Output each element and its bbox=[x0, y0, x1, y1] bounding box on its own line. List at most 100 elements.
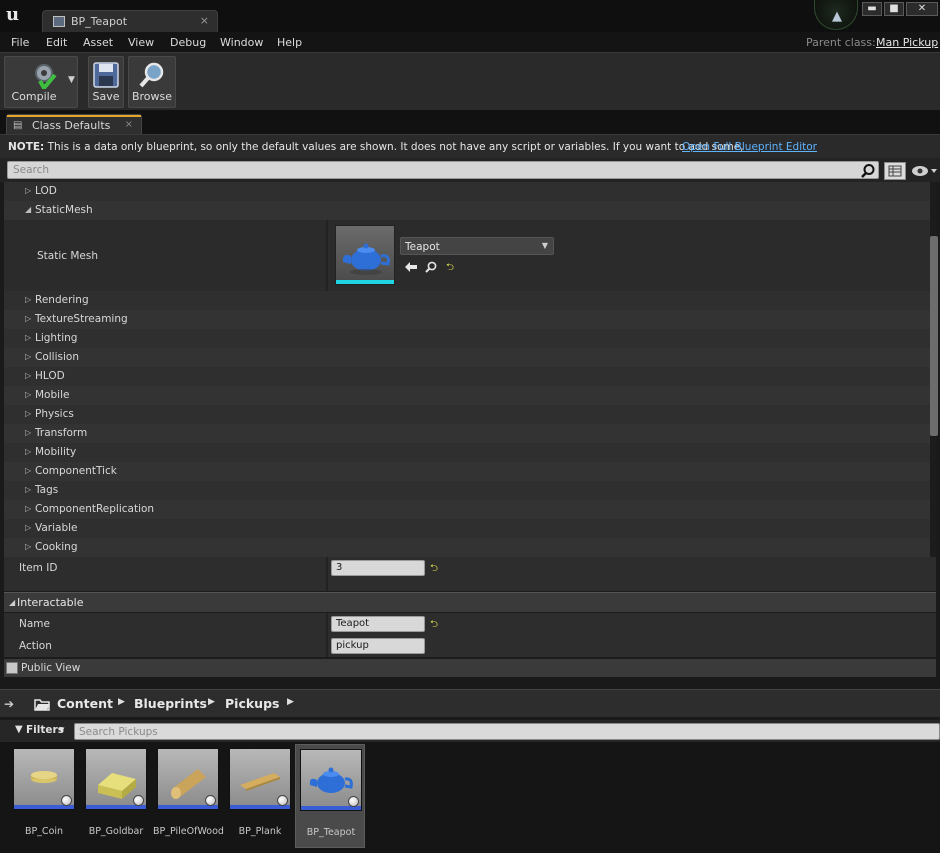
category-componenttick[interactable]: ▷ ComponentTick bbox=[4, 462, 930, 481]
name-input[interactable]: Teapot bbox=[331, 616, 425, 632]
compile-button[interactable]: ▼ Compile bbox=[4, 56, 78, 108]
search-icon[interactable] bbox=[860, 163, 876, 179]
public-view-label: Public View bbox=[21, 662, 81, 674]
tab-close-icon[interactable]: × bbox=[200, 14, 209, 27]
history-arrow-icon[interactable]: ➔ bbox=[4, 697, 14, 711]
category-label: TextureStreaming bbox=[35, 313, 128, 325]
collapse-arrow-icon[interactable]: ◢ bbox=[9, 598, 15, 607]
column-divider[interactable] bbox=[326, 557, 328, 591]
asset-thumbnail bbox=[13, 748, 75, 810]
asset-tile-bp-pileofwood[interactable]: BP_PileOfWood bbox=[153, 744, 224, 848]
expand-arrow-icon[interactable]: ▷ bbox=[25, 295, 33, 305]
category-componentreplication[interactable]: ▷ ComponentReplication bbox=[4, 500, 930, 519]
asset-tile-bp-teapot[interactable]: BP_Teapot bbox=[295, 744, 365, 848]
reset-to-default-icon[interactable]: ⮌ bbox=[430, 561, 438, 578]
category-physics[interactable]: ▷ Physics bbox=[4, 405, 930, 424]
category-transform[interactable]: ▷ Transform bbox=[4, 424, 930, 443]
category-collision[interactable]: ▷ Collision bbox=[4, 348, 930, 367]
category-hlod[interactable]: ▷ HLOD bbox=[4, 367, 930, 386]
category-staticmesh[interactable]: ◢ StaticMesh bbox=[4, 201, 930, 220]
expand-arrow-icon[interactable]: ▷ bbox=[25, 409, 33, 419]
open-full-blueprint-editor-link[interactable]: Open Full Blueprint Editor bbox=[682, 141, 817, 153]
asset-tile-bp-plank[interactable]: BP_Plank bbox=[225, 744, 295, 848]
static-mesh-asset-picker[interactable]: Teapot ▼ bbox=[400, 237, 554, 255]
note-text: NOTE: This is a data only blueprint, so … bbox=[8, 141, 744, 153]
menu-file[interactable]: File bbox=[11, 36, 29, 49]
use-selected-arrow-icon[interactable] bbox=[404, 260, 418, 274]
details-search-input[interactable] bbox=[8, 162, 878, 178]
filters-button[interactable]: ▼ Filters ▼ bbox=[12, 723, 70, 739]
reset-to-default-icon[interactable]: ⮌ bbox=[446, 260, 460, 274]
category-lighting[interactable]: ▷ Lighting bbox=[4, 329, 930, 348]
category-interactable-label: Interactable bbox=[17, 596, 84, 609]
view-options-button[interactable] bbox=[910, 162, 938, 180]
window-maximize-button[interactable]: ■ bbox=[884, 2, 904, 16]
expand-arrow-icon[interactable]: ▷ bbox=[25, 523, 33, 533]
tab-close-icon[interactable]: × bbox=[125, 119, 133, 130]
breadcrumb-pickups[interactable]: Pickups bbox=[225, 696, 279, 711]
window-minimize-button[interactable]: ▬ bbox=[862, 2, 882, 16]
compile-options-dropdown-icon[interactable]: ▼ bbox=[68, 75, 75, 85]
breadcrumb-blueprints[interactable]: Blueprints bbox=[134, 696, 207, 711]
asset-tile-bp-coin[interactable]: BP_Coin bbox=[9, 744, 79, 848]
parent-class-link[interactable]: Man Pickup bbox=[876, 36, 938, 49]
browse-button[interactable]: Browse bbox=[128, 56, 176, 108]
category-cooking[interactable]: ▷ Cooking bbox=[4, 538, 930, 557]
category-label: Cooking bbox=[35, 541, 78, 553]
asset-tile-bp-goldbar[interactable]: BP_Goldbar bbox=[81, 744, 151, 848]
public-view-checkbox[interactable] bbox=[6, 662, 18, 674]
category-mobile[interactable]: ▷ Mobile bbox=[4, 386, 930, 405]
expand-arrow-icon[interactable]: ▷ bbox=[25, 186, 33, 196]
static-mesh-thumbnail[interactable] bbox=[335, 225, 395, 285]
content-search-input[interactable] bbox=[75, 724, 939, 739]
tab-class-defaults[interactable]: ▤ Class Defaults × bbox=[6, 114, 142, 134]
category-tags[interactable]: ▷ Tags bbox=[4, 481, 930, 500]
action-input[interactable]: pickup bbox=[331, 638, 425, 654]
breadcrumb-separator-icon[interactable]: ▶ bbox=[208, 697, 215, 707]
menu-help[interactable]: Help bbox=[277, 36, 302, 49]
category-texturestreaming[interactable]: ▷ TextureStreaming bbox=[4, 310, 930, 329]
category-lod[interactable]: ▷ LOD bbox=[4, 182, 930, 201]
menu-window[interactable]: Window bbox=[220, 36, 263, 49]
expand-arrow-icon[interactable]: ▷ bbox=[25, 390, 33, 400]
category-mobility[interactable]: ▷ Mobility bbox=[4, 443, 930, 462]
expand-arrow-icon[interactable]: ▷ bbox=[25, 428, 33, 438]
collapse-arrow-icon[interactable]: ◢ bbox=[25, 205, 33, 215]
content-search-field[interactable] bbox=[74, 723, 940, 740]
breadcrumb-content[interactable]: Content bbox=[57, 696, 113, 711]
browse-magnifier-icon bbox=[139, 62, 164, 88]
details-scrollbar[interactable] bbox=[930, 236, 938, 436]
category-variable[interactable]: ▷ Variable bbox=[4, 519, 930, 538]
breadcrumb-separator-icon[interactable]: ▶ bbox=[118, 697, 125, 707]
details-search-field[interactable] bbox=[7, 161, 879, 179]
property-matrix-button[interactable] bbox=[884, 162, 906, 180]
menu-asset[interactable]: Asset bbox=[83, 36, 113, 49]
save-button[interactable]: Save bbox=[88, 56, 124, 108]
expand-arrow-icon[interactable]: ▷ bbox=[25, 314, 33, 324]
menu-edit[interactable]: Edit bbox=[46, 36, 67, 49]
document-tab-bp-teapot[interactable]: BP_Teapot × bbox=[42, 10, 218, 32]
expand-arrow-icon[interactable]: ▷ bbox=[25, 352, 33, 362]
reset-to-default-icon[interactable]: ⮌ bbox=[430, 617, 438, 634]
expand-arrow-icon[interactable]: ▷ bbox=[25, 542, 33, 552]
breadcrumb-separator-icon[interactable]: ▶ bbox=[287, 697, 294, 707]
window-close-button[interactable]: ✕ bbox=[906, 2, 938, 16]
unreal-logo-icon[interactable]: u bbox=[6, 4, 28, 26]
expand-arrow-icon[interactable]: ▷ bbox=[25, 333, 33, 343]
category-rendering[interactable]: ▷ Rendering bbox=[4, 291, 930, 310]
learn-notification-indicator[interactable]: ▲ bbox=[814, 0, 858, 30]
category-interactable[interactable]: ◢ Interactable bbox=[4, 592, 936, 612]
expand-arrow-icon[interactable]: ▷ bbox=[25, 466, 33, 476]
item-id-input[interactable]: 3 bbox=[331, 560, 425, 576]
column-divider[interactable] bbox=[326, 220, 328, 291]
menu-debug[interactable]: Debug bbox=[170, 36, 206, 49]
folder-icon[interactable] bbox=[34, 697, 50, 711]
column-divider[interactable] bbox=[326, 613, 328, 635]
expand-arrow-icon[interactable]: ▷ bbox=[25, 485, 33, 495]
browse-to-asset-icon[interactable] bbox=[424, 260, 438, 274]
menu-view[interactable]: View bbox=[128, 36, 154, 49]
expand-arrow-icon[interactable]: ▷ bbox=[25, 447, 33, 457]
column-divider[interactable] bbox=[326, 635, 328, 657]
expand-arrow-icon[interactable]: ▷ bbox=[25, 371, 33, 381]
expand-arrow-icon[interactable]: ▷ bbox=[25, 504, 33, 514]
